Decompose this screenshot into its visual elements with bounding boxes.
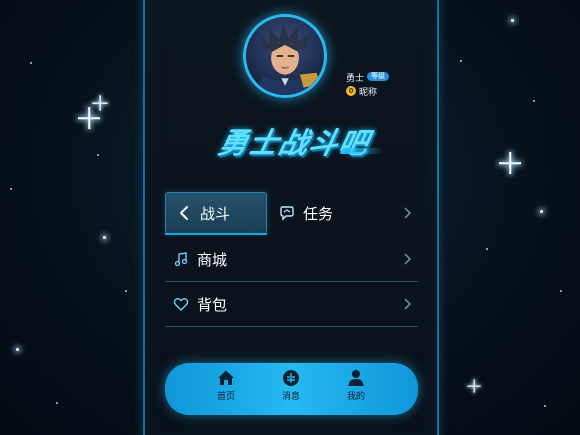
sparkle-star: [499, 152, 521, 174]
chevron-right-icon: [404, 253, 412, 265]
title-swoosh-decoration: [339, 148, 385, 154]
star: [125, 290, 127, 292]
star: [16, 348, 19, 351]
menu-item-shop[interactable]: 商城: [165, 238, 418, 280]
chevron-right-icon: [404, 298, 412, 310]
game-panel: 勇士 等级 0 昵称 勇士战斗吧 战斗 任务 商城 背包 首页 消息 我的: [143, 0, 439, 435]
menu-row-1: 战斗 任务: [165, 192, 418, 236]
player-avatar[interactable]: [243, 14, 327, 98]
user-icon: [348, 370, 364, 386]
menu-label-fight: 战斗: [200, 204, 231, 223]
player-name: 勇士: [346, 74, 365, 84]
star: [540, 210, 543, 213]
menu-label-task: 任务: [303, 204, 334, 223]
star: [511, 19, 514, 22]
menu-label-shop: 商城: [197, 250, 228, 269]
music-note-icon: [174, 252, 188, 267]
message-circle-icon: [283, 370, 299, 386]
sparkle-star: [467, 379, 480, 392]
chevron-left-icon: [180, 206, 188, 220]
nav-label-home: 首页: [216, 392, 235, 402]
star: [486, 248, 488, 250]
heart-icon: [173, 298, 189, 311]
menu-row-3: 背包: [165, 283, 418, 327]
nav-tab-home[interactable]: 首页: [204, 369, 248, 402]
star: [30, 62, 32, 64]
menu-label-bag: 背包: [197, 295, 228, 314]
star: [544, 405, 546, 407]
nav-label-messages: 消息: [281, 392, 300, 402]
game-title: 勇士战斗吧: [215, 126, 373, 160]
sparkle-star: [92, 95, 107, 110]
star: [460, 60, 462, 62]
menu-item-task[interactable]: 任务: [277, 192, 418, 234]
home-icon: [218, 370, 234, 385]
level-badge: 等级: [367, 72, 389, 81]
star: [560, 290, 562, 292]
star: [533, 100, 535, 102]
menu-item-fight[interactable]: 战斗: [165, 192, 267, 234]
star: [103, 236, 106, 239]
warrior-portrait-icon: [255, 24, 321, 95]
nav-label-mine: 我的: [346, 392, 365, 402]
player-nickname: 昵称: [359, 88, 378, 98]
menu-row-2: 商城: [165, 238, 418, 282]
active-underline: [165, 233, 267, 235]
nav-tab-mine[interactable]: 我的: [334, 369, 378, 402]
star: [97, 154, 99, 156]
menu-item-bag[interactable]: 背包: [165, 283, 418, 325]
bottom-nav-bar: 首页 消息 我的: [165, 363, 418, 415]
coin-icon: 0: [346, 86, 356, 96]
chat-bubble-icon: [280, 206, 294, 221]
star: [10, 188, 12, 190]
chevron-right-icon: [404, 207, 412, 219]
nav-tab-messages[interactable]: 消息: [269, 369, 313, 402]
star: [56, 402, 58, 404]
